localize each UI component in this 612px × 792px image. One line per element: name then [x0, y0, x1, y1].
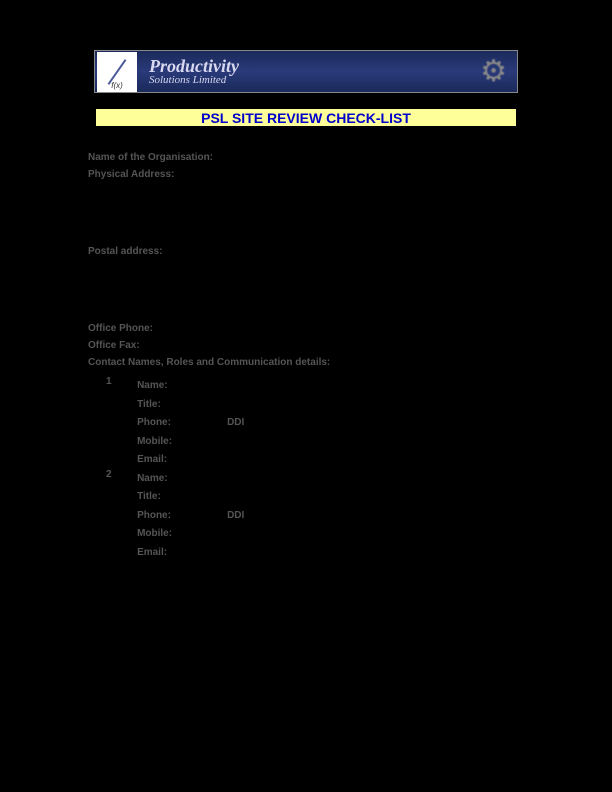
contact-1-phone-label: Phone:: [137, 415, 227, 432]
header-banner: f(x) Productivity Solutions Limited ⚙: [94, 50, 518, 93]
contact-1-mobile-label: Mobile:: [137, 434, 227, 451]
gear-icon: ⚙: [480, 54, 507, 89]
office-phone-label: Office Phone:: [88, 321, 153, 337]
contact-2-name-label: Name:: [137, 471, 227, 488]
document-title: PSL SITE REVIEW CHECK-LIST: [201, 110, 411, 126]
contact-1-ddi-label: DDI: [227, 417, 244, 428]
title-bar: PSL SITE REVIEW CHECK-LIST: [96, 109, 516, 126]
contact-2-phone-label: Phone:: [137, 508, 227, 525]
company-name: Productivity: [149, 57, 239, 75]
contact-2-mobile-label: Mobile:: [137, 526, 227, 543]
contact-2: 2 Name: Title: Phone:DDI Mobile: Email:: [106, 469, 528, 562]
banner-text-block: Productivity Solutions Limited: [139, 57, 239, 86]
org-name-label: Name of the Organisation:: [88, 150, 213, 166]
contact-number-1: 1: [106, 376, 134, 387]
contact-1-email-label: Email:: [137, 452, 227, 469]
contact-1-name-label: Name:: [137, 378, 227, 395]
logo-text: f(x): [111, 81, 123, 90]
contact-number-2: 2: [106, 469, 134, 480]
contact-2-ddi-label: DDI: [227, 510, 244, 521]
physical-address-label: Physical Address:: [88, 167, 174, 183]
form-content: Name of the Organisation: Physical Addre…: [88, 150, 528, 561]
contact-1-title-label: Title:: [137, 397, 227, 414]
contacts-heading: Contact Names, Roles and Communication d…: [88, 355, 330, 371]
contact-1: 1 Name: Title: Phone:DDI Mobile: Email:: [106, 376, 528, 469]
company-logo: f(x): [97, 52, 137, 92]
contact-2-email-label: Email:: [137, 545, 227, 562]
contact-2-title-label: Title:: [137, 489, 227, 506]
company-subtitle: Solutions Limited: [149, 75, 239, 86]
postal-address-label: Postal address:: [88, 244, 162, 260]
office-fax-label: Office Fax:: [88, 338, 140, 354]
